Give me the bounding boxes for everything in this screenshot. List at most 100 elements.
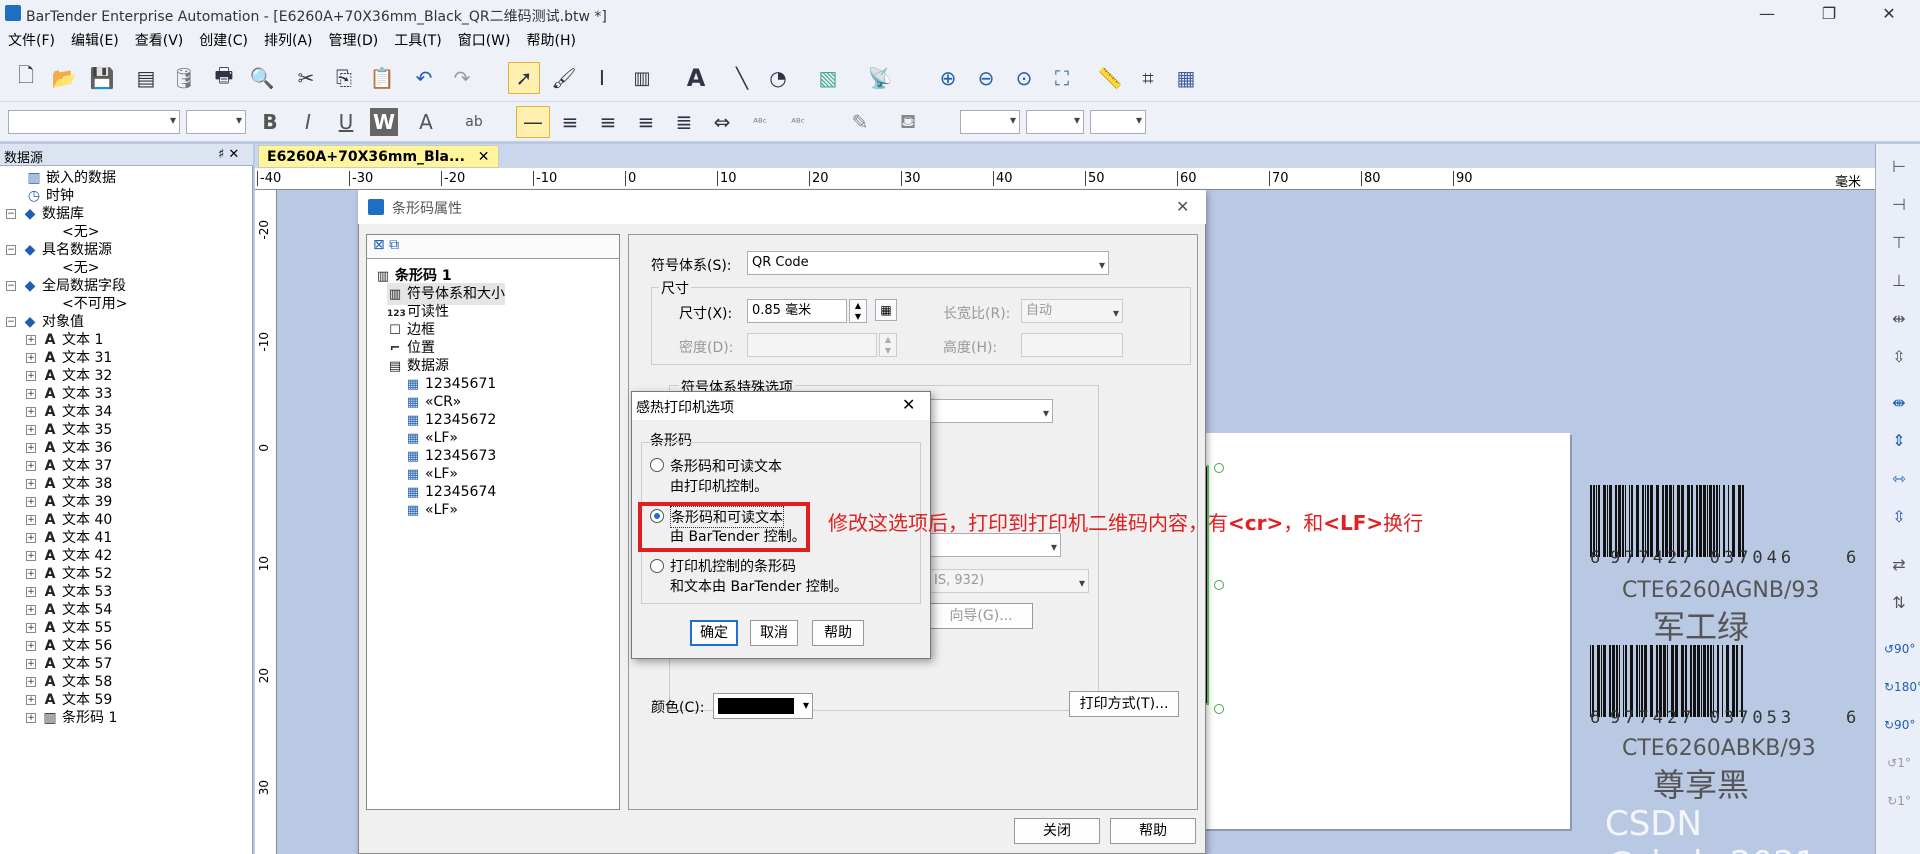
highlight-icon[interactable]: ab: [460, 108, 488, 136]
dialog-close-button[interactable]: 关闭: [1014, 818, 1100, 844]
barcode-tool-icon[interactable]: ▥: [628, 64, 656, 92]
align-right-icon[interactable]: ≡: [632, 108, 660, 136]
collapse-icon[interactable]: −: [6, 317, 16, 327]
size-calc-icon[interactable]: ▦: [875, 299, 897, 321]
expand-icon[interactable]: +: [26, 641, 36, 651]
expand-icon[interactable]: +: [26, 677, 36, 687]
menu-tools[interactable]: 工具(T): [386, 28, 449, 54]
font-size-combo[interactable]: [186, 110, 246, 134]
font-name-combo[interactable]: [8, 110, 180, 134]
format-painter-icon[interactable]: 🖌: [550, 64, 578, 92]
zoom-page-icon[interactable]: ⛶: [1048, 64, 1076, 92]
menu-edit[interactable]: 编辑(E): [63, 28, 127, 54]
database-icon[interactable]: 🛢: [170, 64, 198, 92]
rotate-1-ccw-icon[interactable]: ↺1°: [1884, 750, 1914, 776]
expand-icon[interactable]: +: [26, 695, 36, 705]
popup-cancel-button[interactable]: 取消: [750, 620, 798, 646]
justify-icon[interactable]: ≣: [670, 108, 698, 136]
expand-icon[interactable]: +: [26, 551, 36, 561]
special-option-select-2[interactable]: [929, 533, 1061, 558]
fill-color-icon[interactable]: ⛾: [894, 108, 922, 136]
page-setup-icon[interactable]: ▤: [132, 64, 160, 92]
wizard-button[interactable]: 向导(G)...: [929, 603, 1033, 629]
undo-icon[interactable]: ↶: [410, 64, 438, 92]
open-folder-icon[interactable]: 📂: [50, 64, 78, 92]
density-input[interactable]: [747, 333, 877, 357]
dialog-help-button[interactable]: 帮助: [1110, 818, 1196, 844]
menu-create[interactable]: 创建(C): [191, 28, 256, 54]
expand-icon[interactable]: +: [26, 497, 36, 507]
print-icon[interactable]: 🖶: [210, 63, 238, 92]
maximize-button[interactable]: ❐: [1806, 0, 1852, 28]
line-color-icon[interactable]: ✎: [846, 108, 874, 136]
option-printer-controlled-radio[interactable]: [650, 458, 664, 472]
special-option-select-1[interactable]: [929, 399, 1053, 424]
option-mixed-control-radio[interactable]: [650, 559, 664, 573]
text-effect2-icon[interactable]: ᴬᴮᶜ: [784, 108, 812, 136]
close-window-button[interactable]: ✕: [1866, 0, 1912, 28]
size-stepper[interactable]: ▲ ▼: [849, 299, 867, 323]
zoom-fit-icon[interactable]: ⊙: [1010, 64, 1038, 92]
expand-icon[interactable]: +: [26, 443, 36, 453]
panel-pin-close[interactable]: ♯ ✕: [218, 147, 239, 162]
text-cursor-icon[interactable]: I: [588, 64, 616, 92]
text-effect-icon[interactable]: ᴬᴮᶜ: [746, 108, 774, 136]
zoom-in-icon[interactable]: ⊕: [934, 64, 962, 92]
collapse-icon[interactable]: −: [6, 209, 16, 219]
grid-icon[interactable]: ▦: [1172, 64, 1200, 92]
expand-icon[interactable]: +: [26, 515, 36, 525]
expand-icon[interactable]: +: [26, 479, 36, 489]
aspect-ratio-select[interactable]: 自动: [1021, 299, 1123, 324]
align-left-edges-icon[interactable]: ⊢: [1884, 154, 1914, 180]
size-input[interactable]: 0.85 毫米: [747, 299, 847, 323]
expand-icon[interactable]: +: [26, 335, 36, 345]
center-vertical-icon[interactable]: ⇳: [1884, 344, 1914, 370]
align-top-edges-icon[interactable]: ⊤: [1884, 230, 1914, 256]
data-source-item[interactable]: + ▥ 条形码 1: [26, 707, 117, 729]
same-width-icon[interactable]: ⇄: [1884, 552, 1914, 578]
selection-handle[interactable]: [1214, 580, 1224, 590]
font-color-icon[interactable]: A: [412, 108, 440, 136]
space-vertical-icon[interactable]: ⇳: [1884, 504, 1914, 530]
expand-icon[interactable]: +: [26, 407, 36, 417]
expand-icon[interactable]: +: [26, 569, 36, 579]
line-style-icon[interactable]: —: [516, 106, 550, 138]
cut-icon[interactable]: ✂: [292, 64, 320, 92]
minimize-button[interactable]: —: [1744, 0, 1790, 28]
zoom-out-icon[interactable]: ⊖: [972, 64, 1000, 92]
expand-icon[interactable]: +: [26, 389, 36, 399]
text-tool-icon[interactable]: A: [682, 64, 710, 92]
expand-icon[interactable]: +: [26, 353, 36, 363]
center-horizontal-icon[interactable]: ⇹: [1884, 306, 1914, 332]
distribute-vertical-icon[interactable]: ⇕: [1884, 428, 1914, 454]
ruler-icon[interactable]: 📏: [1096, 64, 1124, 92]
menu-manage[interactable]: 管理(D): [321, 28, 387, 54]
space-horizontal-icon[interactable]: ⇿: [1884, 466, 1914, 492]
expand-icon[interactable]: +: [26, 623, 36, 633]
expand-icon[interactable]: +: [26, 425, 36, 435]
paste-icon[interactable]: 📋: [368, 64, 396, 92]
rotate-90-ccw-icon[interactable]: ↺90°: [1884, 636, 1915, 662]
expand-icon[interactable]: +: [26, 605, 36, 615]
expand-icon[interactable]: +: [26, 533, 36, 543]
height-input[interactable]: [1021, 333, 1123, 357]
expand-icon[interactable]: +: [26, 371, 36, 381]
menu-view[interactable]: 查看(V): [127, 28, 192, 54]
expand-icon[interactable]: +: [26, 587, 36, 597]
menu-arrange[interactable]: 排列(A): [256, 28, 321, 54]
select-pointer-icon[interactable]: ➚: [508, 62, 540, 94]
distribute-horizontal-icon[interactable]: ⇼: [1884, 390, 1914, 416]
collapse-icon[interactable]: −: [6, 281, 16, 291]
line-width-combo[interactable]: [960, 110, 1020, 134]
datasource-subitem[interactable]: ▦ «LF»: [405, 499, 458, 521]
menu-help[interactable]: 帮助(H): [518, 28, 583, 54]
symbology-select[interactable]: QR Code: [747, 251, 1109, 276]
same-height-icon[interactable]: ⇅: [1884, 590, 1914, 616]
expand-icon[interactable]: +: [26, 461, 36, 471]
copy-icon[interactable]: ⎘: [330, 64, 358, 92]
new-document-icon[interactable]: 🗋: [12, 63, 40, 92]
print-method-button[interactable]: 打印方式(T)...: [1069, 691, 1179, 717]
expand-icon[interactable]: +: [26, 713, 36, 723]
rotate-90-cw-icon[interactable]: ↻90°: [1884, 712, 1915, 738]
menu-file[interactable]: 文件(F): [0, 28, 63, 54]
